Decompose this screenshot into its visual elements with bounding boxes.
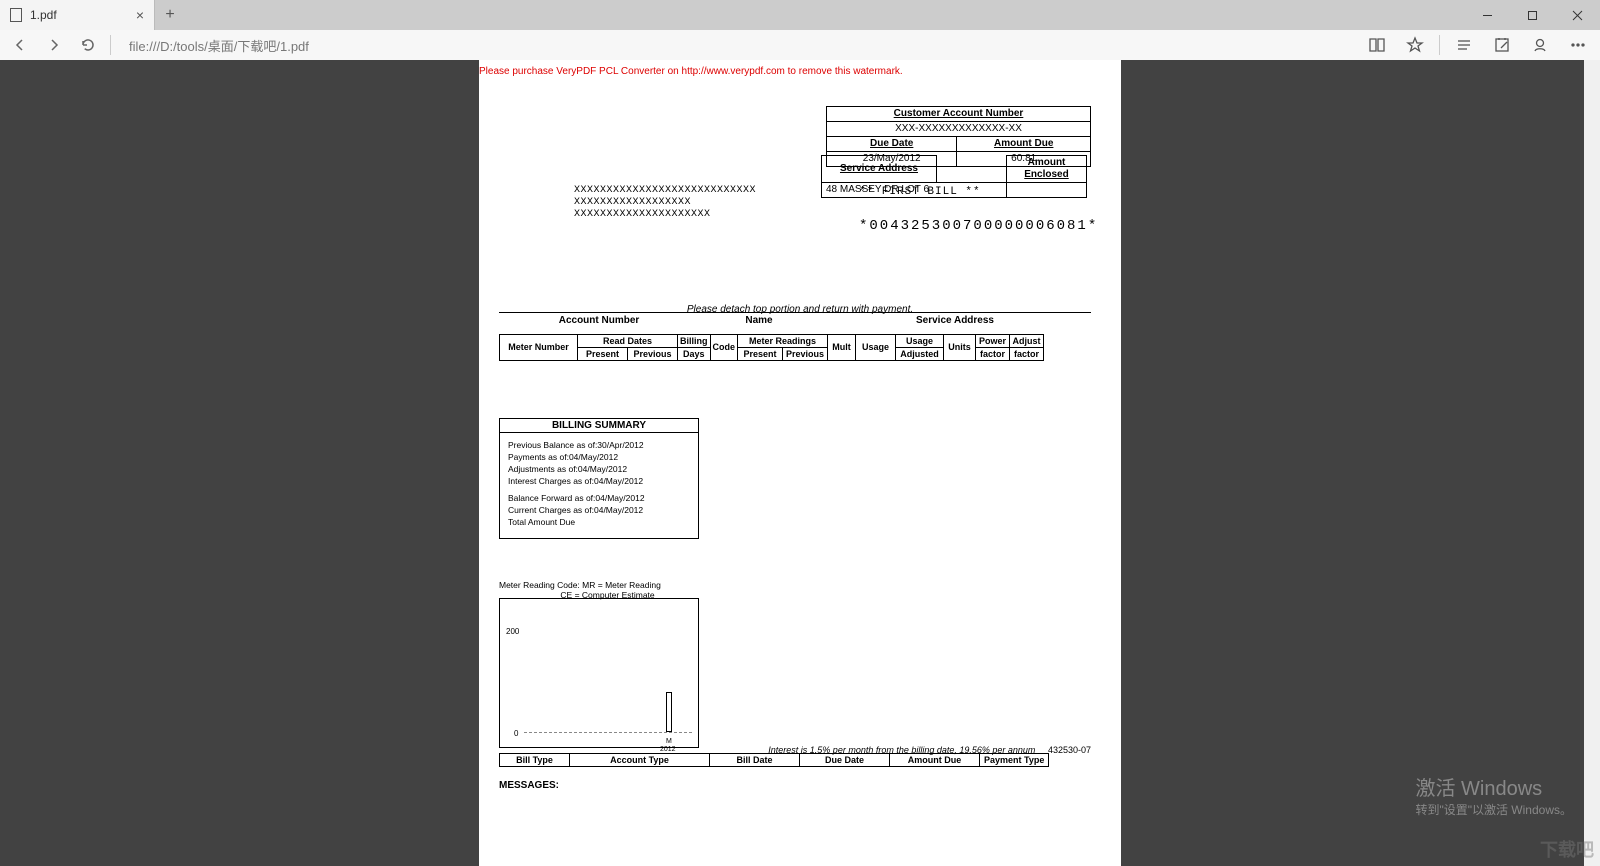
- watermark-text: Please purchase VeryPDF PCL Converter on…: [479, 66, 903, 77]
- messages-label: MESSAGES:: [499, 780, 559, 791]
- bs-total: Total Amount Due: [508, 516, 690, 528]
- reading-view-icon[interactable]: [1363, 31, 1391, 59]
- col-present: Present: [578, 348, 628, 361]
- back-button[interactable]: [8, 33, 32, 57]
- col-meter-number: Meter Number: [500, 335, 578, 361]
- notes-icon[interactable]: [1488, 31, 1516, 59]
- bs-current: Current Charges as of:04/May/2012: [508, 504, 690, 516]
- col-read-dates: Read Dates: [578, 335, 678, 348]
- amount-enclosed-label: Amount Enclosed: [1007, 156, 1087, 183]
- col-meter-readings: Meter Readings: [738, 335, 828, 348]
- meter-table: Meter Number Read Dates Billing Code Met…: [499, 334, 1044, 361]
- addr-line-2: XXXXXXXXXXXXXXXXXX: [574, 197, 756, 209]
- ft-due-date: Due Date: [800, 754, 890, 767]
- addr-line-3: XXXXXXXXXXXXXXXXXXXXX: [574, 209, 756, 221]
- tab-close-icon[interactable]: ×: [136, 7, 144, 23]
- address-bar[interactable]: file:///D:/tools/桌面/下载吧/1.pdf: [121, 36, 1353, 55]
- barcode-text: *004325300700000006081*: [859, 218, 1098, 234]
- code-mr: Meter Reading Code: MR = Meter Reading: [499, 580, 661, 590]
- ft-account-type: Account Type: [570, 754, 710, 767]
- detach-note: Please detach top portion and return wit…: [479, 304, 1121, 315]
- browser-tab[interactable]: 1.pdf ×: [0, 0, 155, 30]
- toolbar-divider: [110, 35, 111, 55]
- service-address-label: Service Address: [822, 156, 937, 183]
- usage-chart: 200 0 M 2012: [499, 598, 699, 748]
- refresh-button[interactable]: [76, 33, 100, 57]
- titlebar: 1.pdf × +: [0, 0, 1600, 30]
- bs-prev-balance: Previous Balance as of:30/Apr/2012: [508, 439, 690, 451]
- viewport: Please purchase VeryPDF PCL Converter on…: [0, 60, 1600, 866]
- new-tab-button[interactable]: +: [155, 0, 185, 30]
- col-previous2: Previous: [783, 348, 828, 361]
- pdf-page: Please purchase VeryPDF PCL Converter on…: [479, 60, 1121, 866]
- col-present2: Present: [738, 348, 783, 361]
- forward-button[interactable]: [42, 33, 66, 57]
- ft-bill-date: Bill Date: [710, 754, 800, 767]
- document-icon: [10, 8, 22, 22]
- col-units: Units: [944, 335, 976, 361]
- tab-title: 1.pdf: [30, 8, 57, 22]
- addr-line-1: XXXXXXXXXXXXXXXXXXXXXXXXXXXX: [574, 185, 756, 197]
- amount-due-label: Amount Due: [957, 137, 1091, 152]
- amount-enclosed: [1007, 183, 1087, 198]
- window-maximize-button[interactable]: [1510, 0, 1555, 30]
- col-power: Power: [976, 335, 1010, 348]
- chart-x-year: 2012: [660, 746, 676, 753]
- favorite-icon[interactable]: [1401, 31, 1429, 59]
- col-billing: Billing: [678, 335, 711, 348]
- col-factor2: factor: [1010, 348, 1044, 361]
- col-adjusted: Adjusted: [896, 348, 944, 361]
- chart-y-label: 200: [506, 627, 519, 636]
- share-icon[interactable]: [1526, 31, 1554, 59]
- toolbar: file:///D:/tools/桌面/下载吧/1.pdf: [0, 30, 1600, 60]
- chart-x-label: M: [666, 738, 672, 745]
- bs-payments: Payments as of:04/May/2012: [508, 451, 690, 463]
- account-number-label: Customer Account Number: [827, 107, 1091, 122]
- window-minimize-button[interactable]: [1465, 0, 1510, 30]
- chart-bar-m: [666, 692, 672, 732]
- reading-codes: Meter Reading Code: MR = Meter Reading C…: [499, 580, 661, 600]
- first-bill-label: ** FIRST BILL **: [859, 186, 981, 198]
- col-adjust: Adjust: [1010, 335, 1044, 348]
- hdr-service-address: Service Address: [819, 315, 1091, 326]
- col-previous: Previous: [628, 348, 678, 361]
- col-days: Days: [678, 348, 711, 361]
- col-code: Code: [710, 335, 738, 361]
- more-icon[interactable]: [1564, 31, 1592, 59]
- account-number: XXX-XXXXXXXXXXXXX-XX: [827, 122, 1091, 137]
- windows-activation-overlay: 激活 Windows 转到"设置"以激活 Windows。: [1415, 772, 1572, 818]
- bs-balance-fwd: Balance Forward as of:04/May/2012: [508, 492, 690, 504]
- ft-amount-due: Amount Due: [890, 754, 980, 767]
- recipient-address: XXXXXXXXXXXXXXXXXXXXXXXXXXXX XXXXXXXXXXX…: [574, 185, 756, 221]
- footer-table: Bill Type Account Type Bill Date Due Dat…: [499, 753, 1049, 767]
- chart-x-axis: [524, 732, 692, 733]
- billing-summary-title: BILLING SUMMARY: [500, 419, 698, 433]
- hdr-account-number: Account Number: [499, 315, 699, 326]
- col-mult: Mult: [828, 335, 856, 361]
- bs-interest: Interest Charges as of:04/May/2012: [508, 475, 690, 487]
- chart-y-zero: 0: [514, 729, 518, 738]
- ft-payment-type: Payment Type: [980, 754, 1049, 767]
- col-usage-top: Usage: [896, 335, 944, 348]
- vertical-scrollbar[interactable]: [1584, 60, 1600, 866]
- mid-headers: Account Number Name Service Address: [499, 315, 1091, 326]
- activate-title: 激活 Windows: [1415, 772, 1572, 801]
- billing-summary: BILLING SUMMARY Previous Balance as of:3…: [499, 418, 699, 539]
- due-date-label: Due Date: [827, 137, 957, 152]
- doc-id: 432530-07: [1048, 745, 1091, 755]
- hub-icon[interactable]: [1450, 31, 1478, 59]
- col-usage: Usage: [856, 335, 896, 361]
- toolbar-divider-2: [1439, 35, 1440, 55]
- window-close-button[interactable]: [1555, 0, 1600, 30]
- col-factor1: factor: [976, 348, 1010, 361]
- activate-subtitle: 转到"设置"以激活 Windows。: [1415, 801, 1572, 818]
- divider-line: [499, 312, 1091, 313]
- hdr-name: Name: [699, 315, 819, 326]
- ft-bill-type: Bill Type: [500, 754, 570, 767]
- bs-adjustments: Adjustments as of:04/May/2012: [508, 463, 690, 475]
- download-site-watermark: 下载吧: [1540, 836, 1594, 862]
